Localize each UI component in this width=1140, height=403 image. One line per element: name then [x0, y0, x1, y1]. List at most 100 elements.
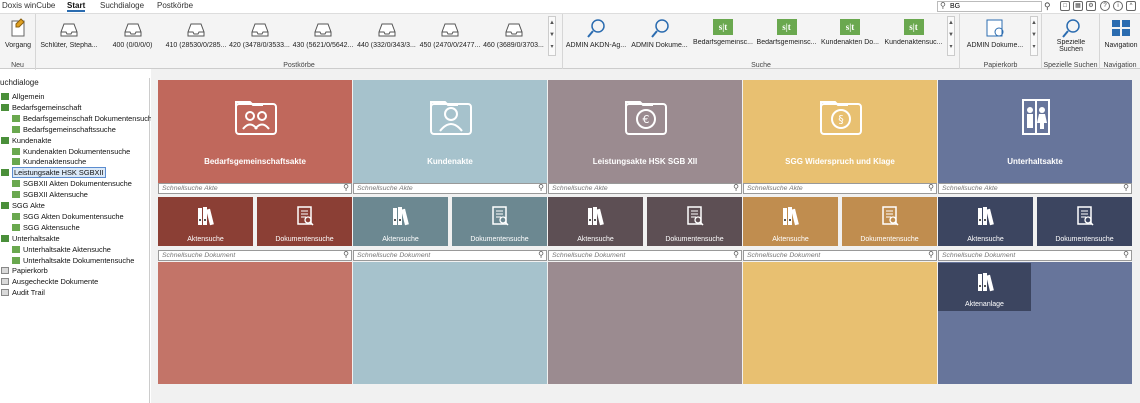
suche-button[interactable]: s|t Kundenaktensuc... — [883, 16, 945, 56]
layout-icon[interactable]: ▦ — [1073, 1, 1083, 11]
tree-node[interactable]: Unterhaltsakte Dokumentensuche — [12, 256, 134, 266]
tree-node[interactable]: Leistungsakte HSK SGBXII — [1, 167, 106, 179]
dokumentensuche-button[interactable]: Dokumentensuche — [257, 197, 352, 246]
inbox-icon — [314, 23, 332, 37]
tree-node[interactable]: SGBXII Akten Dokumentensuche — [12, 179, 132, 189]
ribbon-group-postkoerbe: Schlüter, Stepha... 400 (0/0/0/0) 410 (285… — [36, 14, 563, 70]
postkorb-button[interactable]: 450 (2470/0/2477... — [419, 16, 481, 56]
tree-node[interactable]: Bedarfsgemeinschaft — [1, 103, 81, 113]
aktensuche-button[interactable]: Aktensuche — [158, 197, 253, 246]
suche-button[interactable]: s|t Bedarfsgemeinsc... — [692, 16, 754, 56]
postkoerbe-gallery-scroll[interactable]: ▲ ▼ ▾ — [548, 16, 556, 56]
minimize-ribbon-icon[interactable]: ^ — [1126, 1, 1136, 11]
schnellsuche-dokument-input[interactable] — [357, 251, 527, 260]
info-icon[interactable]: i — [1113, 1, 1123, 11]
akte-tile[interactable]: § SGG Widerspruch und Klage — [743, 80, 937, 183]
suche-gallery-scroll[interactable]: ▲ ▼ ▾ — [947, 16, 955, 56]
aktensuche-button[interactable]: Aktensuche — [353, 197, 448, 246]
search-icon[interactable]: ⚲ — [1123, 250, 1129, 259]
search-icon[interactable]: ⚲ — [343, 250, 349, 259]
global-search-input[interactable] — [950, 2, 1030, 11]
search-icon[interactable]: ⚲ — [538, 250, 544, 259]
tree-node[interactable]: Bedarfsgemeinschaftssuche — [12, 125, 116, 135]
aktensuche-button[interactable]: Aktensuche — [548, 197, 643, 246]
aktenanlage-button[interactable]: Aktenanlage — [938, 263, 1031, 311]
schnellsuche-akte-input[interactable] — [552, 184, 722, 193]
search-icon[interactable]: ⚲ — [733, 250, 739, 259]
tree-node[interactable]: Kundenaktensuche — [12, 157, 86, 167]
tree-node[interactable]: Kundenakte — [1, 136, 51, 146]
binder-icon — [198, 207, 214, 226]
search-dialog-icon — [12, 158, 20, 166]
akte-tile[interactable]: Bedarfsgemeinschaftsakte — [158, 80, 352, 183]
schnellsuche-akte-input[interactable] — [162, 184, 332, 193]
suche-button[interactable]: s|t Bedarfsgemeinsc... — [756, 16, 818, 56]
postkorb-button[interactable]: Schlüter, Stepha... — [38, 16, 100, 56]
postkorb-button[interactable]: 400 (0/0/0/0) — [102, 16, 164, 56]
aktensuche-button[interactable]: Aktensuche — [938, 197, 1033, 246]
tree-node[interactable]: Ausgecheckte Dokumente — [1, 277, 98, 287]
schnellsuche-dokument-input[interactable] — [552, 251, 722, 260]
postkorb-button[interactable]: 460 (3689/0/3703... — [483, 16, 545, 56]
suche-button[interactable]: s|t Kundenakten Do... — [819, 16, 881, 56]
spezielle-suchen-button[interactable]: Spezielle Suchen — [1045, 16, 1097, 58]
vorgang-button[interactable]: Vorgang — [2, 16, 34, 56]
schnellsuche-akte-input[interactable] — [357, 184, 527, 193]
dokumentensuche-button[interactable]: Dokumentensuche — [452, 197, 547, 246]
tab-start[interactable]: Start — [67, 1, 86, 12]
tree-node[interactable]: Unterhaltsakte Aktensuche — [12, 245, 111, 255]
akte-tile[interactable]: Kundenakte — [353, 80, 547, 183]
search-go-icon[interactable]: ⚲ — [1044, 1, 1054, 12]
suche-button[interactable]: ADMIN Dokume... — [629, 16, 691, 56]
postkorb-button[interactable]: 430 (5621/0/5642... — [292, 16, 354, 56]
schnellsuche-akte-input[interactable] — [747, 184, 917, 193]
schnellsuche-dokument-input[interactable] — [747, 251, 917, 260]
akte-tile[interactable]: € Leistungsakte HSK SGB XII — [548, 80, 742, 183]
schnellsuche-dokument-input[interactable] — [942, 251, 1112, 260]
postkorb-button[interactable]: 440 (332/0/343/3... — [356, 16, 418, 56]
suche-button[interactable]: ADMIN AKDN-Ag... — [565, 16, 627, 56]
help-icon[interactable]: ? — [1100, 1, 1110, 11]
new-document-icon — [11, 18, 25, 37]
navigation-button[interactable]: Navigation — [1102, 16, 1140, 56]
search-icon[interactable]: ⚲ — [538, 183, 544, 192]
dokumentensuche-button[interactable]: Dokumentensuche — [647, 197, 742, 246]
akte-tile[interactable]: Unterhaltsakte — [938, 80, 1132, 183]
dokumentensuche-button[interactable]: Dokumentensuche — [842, 197, 937, 246]
tree-node[interactable]: Papierkorb — [1, 266, 48, 276]
tree-node[interactable]: SGG Aktensuche — [12, 223, 80, 233]
app-menu[interactable]: Doxis winCube — [2, 1, 55, 10]
tree-node[interactable]: Bedarfsgemeinschaft Dokumentensuche — [12, 114, 156, 124]
document-search-icon — [492, 206, 509, 226]
settings-icon[interactable]: ⚙ — [1086, 1, 1096, 11]
tree-node[interactable]: SGG Akte — [1, 201, 45, 211]
postkorb-button[interactable]: 420 (3478/0/3533... — [229, 16, 291, 56]
schnellsuche-akte-input[interactable] — [942, 184, 1112, 193]
search-icon[interactable]: ⚲ — [733, 183, 739, 192]
papierkorb-admin-button[interactable]: ADMIN Dokume... — [962, 16, 1028, 56]
tab-suchdialoge[interactable]: Suchdialoge — [100, 1, 144, 10]
search-dialog-icon — [12, 180, 20, 188]
akte-tile-column: Kundenakte ⚲ AktensucheDokumentensuche ⚲ — [353, 80, 547, 384]
search-icon[interactable]: ⚲ — [928, 250, 934, 259]
binder-icon — [393, 207, 409, 226]
search-icon[interactable]: ⚲ — [928, 183, 934, 192]
papierkorb-gallery-scroll[interactable]: ▲ ▼ ▾ — [1030, 16, 1038, 56]
dokumentensuche-button[interactable]: Dokumentensuche — [1037, 197, 1132, 246]
tree-node[interactable]: Unterhaltsakte — [1, 234, 60, 244]
aktensuche-button[interactable]: Aktensuche — [743, 197, 838, 246]
tree-node[interactable]: SGG Akten Dokumentensuche — [12, 212, 124, 222]
schnellsuche-akte-field: ⚲ — [743, 183, 937, 194]
window-icon[interactable]: □ — [1060, 1, 1070, 11]
tab-postkoerbe[interactable]: Postkörbe — [157, 1, 193, 10]
search-icon[interactable]: ⚲ — [343, 183, 349, 192]
schnellsuche-dokument-input[interactable] — [162, 251, 332, 260]
menu-bar: Doxis winCube Start Suchdialoge Postkörb… — [0, 0, 1140, 13]
postkorb-button[interactable]: 410 (28530/0/285... — [165, 16, 227, 56]
tree-node[interactable]: Kundenakten Dokumentensuche — [12, 147, 130, 157]
tree-node[interactable]: Allgemein — [1, 92, 44, 102]
tree-node[interactable]: SGBXII Aktensuche — [12, 190, 88, 200]
tree-node[interactable]: Audit Trail — [1, 288, 45, 298]
search-icon[interactable]: ⚲ — [1123, 183, 1129, 192]
schnellsuche-dokument-field: ⚲ — [353, 250, 547, 261]
